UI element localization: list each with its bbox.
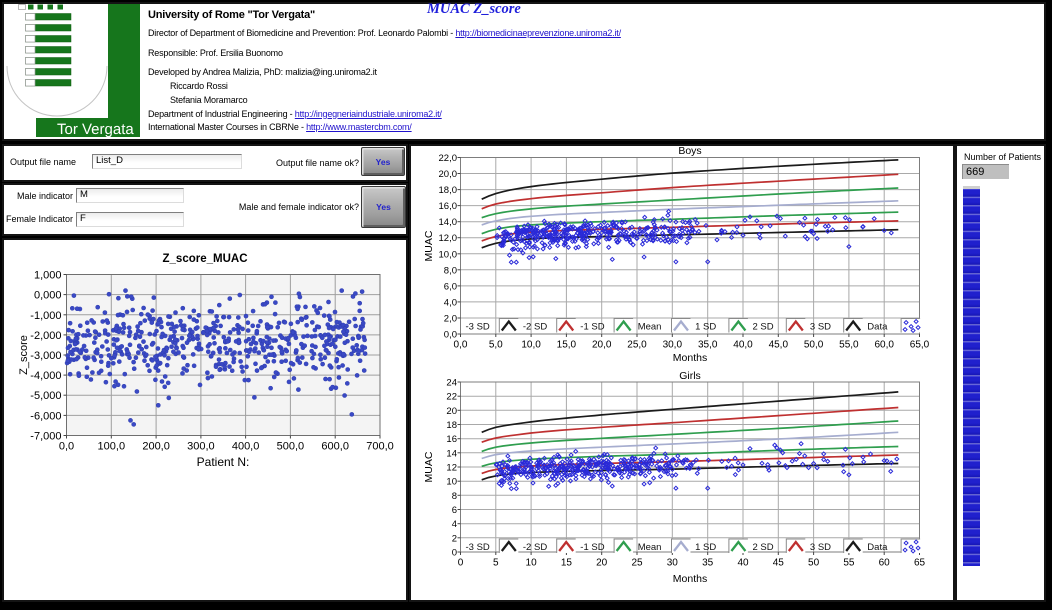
svg-text:2 SD: 2 SD	[753, 322, 774, 333]
svg-text:20: 20	[596, 558, 608, 569]
svg-text:-6,000: -6,000	[30, 410, 61, 422]
svg-text:-1 SD: -1 SD	[580, 542, 604, 553]
svg-text:-3 SD: -3 SD	[466, 322, 490, 333]
svg-text:1 SD: 1 SD	[695, 542, 716, 553]
svg-text:Girls: Girls	[679, 370, 701, 382]
svg-text:20,0: 20,0	[439, 169, 458, 180]
svg-text:8: 8	[452, 491, 457, 502]
svg-text:5,0: 5,0	[489, 340, 503, 351]
svg-text:0: 0	[458, 558, 464, 569]
svg-text:10: 10	[526, 558, 538, 569]
svg-text:Z_score_MUAC: Z_score_MUAC	[163, 253, 248, 265]
svg-text:24: 24	[446, 378, 457, 389]
svg-text:40: 40	[737, 558, 749, 569]
svg-text:8,0: 8,0	[444, 265, 457, 276]
svg-text:Months: Months	[673, 573, 707, 585]
svg-text:0,000: 0,000	[34, 290, 62, 302]
svg-text:20,0: 20,0	[592, 340, 612, 351]
svg-text:22,0: 22,0	[439, 153, 458, 164]
svg-text:15,0: 15,0	[557, 340, 577, 351]
svg-text:Z_score: Z_score	[18, 335, 30, 375]
svg-text:3 SD: 3 SD	[810, 542, 831, 553]
svg-text:25,0: 25,0	[627, 340, 647, 351]
svg-text:1,000: 1,000	[34, 270, 62, 282]
svg-text:45: 45	[773, 558, 785, 569]
svg-text:14,0: 14,0	[439, 217, 458, 228]
svg-text:-1 SD: -1 SD	[580, 322, 604, 333]
svg-text:Data: Data	[867, 322, 888, 333]
svg-text:65: 65	[914, 558, 926, 569]
svg-text:-1,000: -1,000	[30, 310, 61, 322]
svg-text:10: 10	[446, 477, 457, 488]
svg-text:2 SD: 2 SD	[753, 542, 774, 553]
svg-text:60,0: 60,0	[874, 340, 894, 351]
svg-text:20: 20	[446, 406, 457, 417]
svg-text:Patient N:: Patient N:	[197, 455, 250, 469]
svg-text:65,0: 65,0	[910, 340, 930, 351]
svg-text:4,0: 4,0	[444, 297, 457, 308]
svg-text:Mean: Mean	[638, 542, 662, 553]
svg-text:700,0: 700,0	[366, 441, 394, 453]
svg-text:MUAC: MUAC	[423, 230, 435, 261]
svg-text:30,0: 30,0	[663, 340, 683, 351]
svg-text:5: 5	[493, 558, 499, 569]
svg-text:Mean: Mean	[638, 322, 662, 333]
svg-text:3 SD: 3 SD	[810, 322, 831, 333]
svg-text:500,0: 500,0	[277, 441, 305, 453]
svg-text:14: 14	[446, 448, 457, 459]
svg-text:2: 2	[452, 533, 457, 544]
svg-text:10,0: 10,0	[439, 249, 458, 260]
svg-text:25: 25	[631, 558, 643, 569]
svg-text:35: 35	[702, 558, 714, 569]
svg-text:6,0: 6,0	[444, 281, 457, 292]
svg-text:40,0: 40,0	[733, 340, 753, 351]
svg-text:-2,000: -2,000	[30, 330, 61, 342]
svg-text:10,0: 10,0	[521, 340, 541, 351]
svg-text:100,0: 100,0	[98, 441, 126, 453]
svg-text:0,0: 0,0	[454, 340, 468, 351]
svg-text:MUAC: MUAC	[423, 451, 435, 482]
svg-text:30: 30	[667, 558, 679, 569]
svg-text:-2 SD: -2 SD	[523, 322, 547, 333]
svg-text:15: 15	[561, 558, 573, 569]
svg-text:12: 12	[446, 463, 457, 474]
svg-text:Months: Months	[673, 352, 707, 364]
svg-text:-3 SD: -3 SD	[466, 542, 490, 553]
svg-text:Tor Vergata: Tor Vergata	[57, 121, 134, 138]
svg-text:-3,000: -3,000	[30, 350, 61, 362]
svg-text:-4,000: -4,000	[30, 370, 61, 382]
svg-text:Boys: Boys	[678, 146, 701, 157]
svg-text:300,0: 300,0	[187, 441, 215, 453]
svg-text:2,0: 2,0	[444, 314, 457, 325]
svg-text:4: 4	[452, 519, 457, 530]
svg-text:45,0: 45,0	[769, 340, 789, 351]
svg-text:200,0: 200,0	[142, 441, 170, 453]
svg-text:400,0: 400,0	[232, 441, 260, 453]
svg-text:55,0: 55,0	[839, 340, 859, 351]
svg-text:12,0: 12,0	[439, 233, 458, 244]
svg-text:16,0: 16,0	[439, 201, 458, 212]
svg-text:50,0: 50,0	[804, 340, 824, 351]
svg-text:1 SD: 1 SD	[695, 322, 716, 333]
svg-text:600,0: 600,0	[321, 441, 349, 453]
svg-text:18: 18	[446, 420, 457, 431]
svg-text:0: 0	[452, 548, 457, 559]
svg-text:18,0: 18,0	[439, 185, 458, 196]
svg-text:0,0: 0,0	[59, 441, 74, 453]
svg-text:50: 50	[808, 558, 820, 569]
svg-text:60: 60	[879, 558, 891, 569]
svg-text:22: 22	[446, 392, 457, 403]
svg-text:Data: Data	[867, 542, 888, 553]
svg-text:-5,000: -5,000	[30, 390, 61, 402]
svg-text:16: 16	[446, 434, 457, 445]
svg-text:35,0: 35,0	[698, 340, 718, 351]
svg-text:-7,000: -7,000	[30, 431, 61, 443]
svg-text:55: 55	[843, 558, 855, 569]
svg-text:-2 SD: -2 SD	[523, 542, 547, 553]
svg-text:6: 6	[452, 505, 457, 516]
